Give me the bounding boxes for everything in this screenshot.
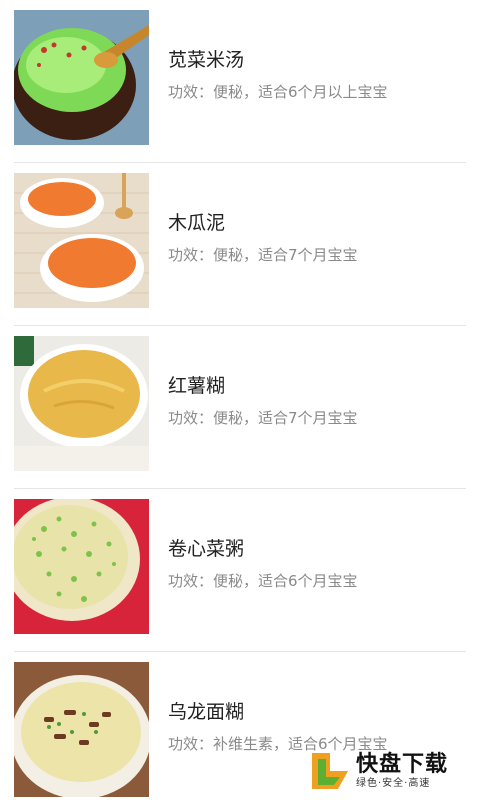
recipe-title: 卷心菜粥 (168, 538, 245, 560)
list-item[interactable]: 木瓜泥 功效：便秘，适合7个月宝宝 (0, 163, 480, 326)
watermark-name: 快盘下载 (356, 751, 449, 777)
list-item[interactable]: 苋菜米汤 功效：便秘，适合6个月以上宝宝 (0, 0, 480, 163)
recipe-desc: 功效：便秘，适合7个月宝宝 (168, 246, 358, 264)
noodle-paste-photo (14, 662, 149, 797)
green-porridge-photo (14, 10, 149, 145)
recipe-title: 木瓜泥 (168, 212, 226, 234)
cabbage-porridge-photo (14, 499, 149, 634)
sweet-potato-paste-photo (14, 336, 149, 471)
recipe-desc: 功效：便秘，适合6个月宝宝 (168, 572, 358, 590)
recipe-list-screen: 苋菜米汤 功效：便秘，适合6个月以上宝宝 木瓜泥 功效：便秘，适合7个月宝宝 红… (0, 0, 480, 800)
papaya-puree-photo (14, 173, 149, 308)
watermark-tagline: 绿色·安全·高速 (356, 777, 431, 789)
kuaipan-logo-icon (312, 753, 348, 789)
recipe-desc: 功效：便秘，适合7个月宝宝 (168, 409, 358, 427)
list-item[interactable]: 卷心菜粥 功效：便秘，适合6个月宝宝 (0, 489, 480, 652)
list-item[interactable]: 红薯糊 功效：便秘，适合7个月宝宝 (0, 326, 480, 489)
recipe-title: 乌龙面糊 (168, 701, 245, 723)
recipe-title: 红薯糊 (168, 375, 226, 397)
recipe-title: 苋菜米汤 (168, 49, 245, 71)
watermark: 快盘下载 绿色·安全·高速 (308, 748, 474, 794)
recipe-list: 苋菜米汤 功效：便秘，适合6个月以上宝宝 木瓜泥 功效：便秘，适合7个月宝宝 红… (0, 0, 480, 800)
recipe-desc: 功效：便秘，适合6个月以上宝宝 (168, 83, 388, 101)
